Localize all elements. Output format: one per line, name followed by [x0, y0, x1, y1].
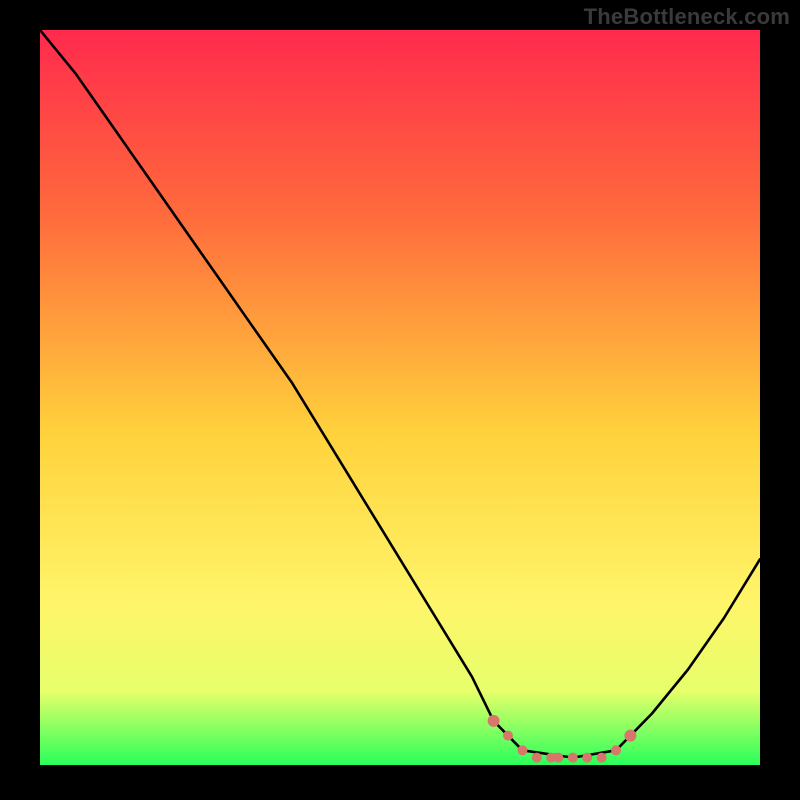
watermark-text: TheBottleneck.com [584, 4, 790, 30]
optimal-dot [517, 745, 527, 755]
optimal-dot [503, 731, 513, 741]
optimal-dot [532, 753, 542, 763]
optimal-dot [553, 753, 563, 763]
chart-svg [40, 30, 760, 765]
optimal-dot [582, 753, 592, 763]
optimal-dot [488, 715, 500, 727]
optimal-dot [568, 753, 578, 763]
optimal-dot [597, 753, 607, 763]
plot-area [40, 30, 760, 765]
optimal-dot [624, 730, 636, 742]
optimal-dot [611, 745, 621, 755]
gradient-background [40, 30, 760, 765]
bottleneck-chart: TheBottleneck.com [0, 0, 800, 800]
